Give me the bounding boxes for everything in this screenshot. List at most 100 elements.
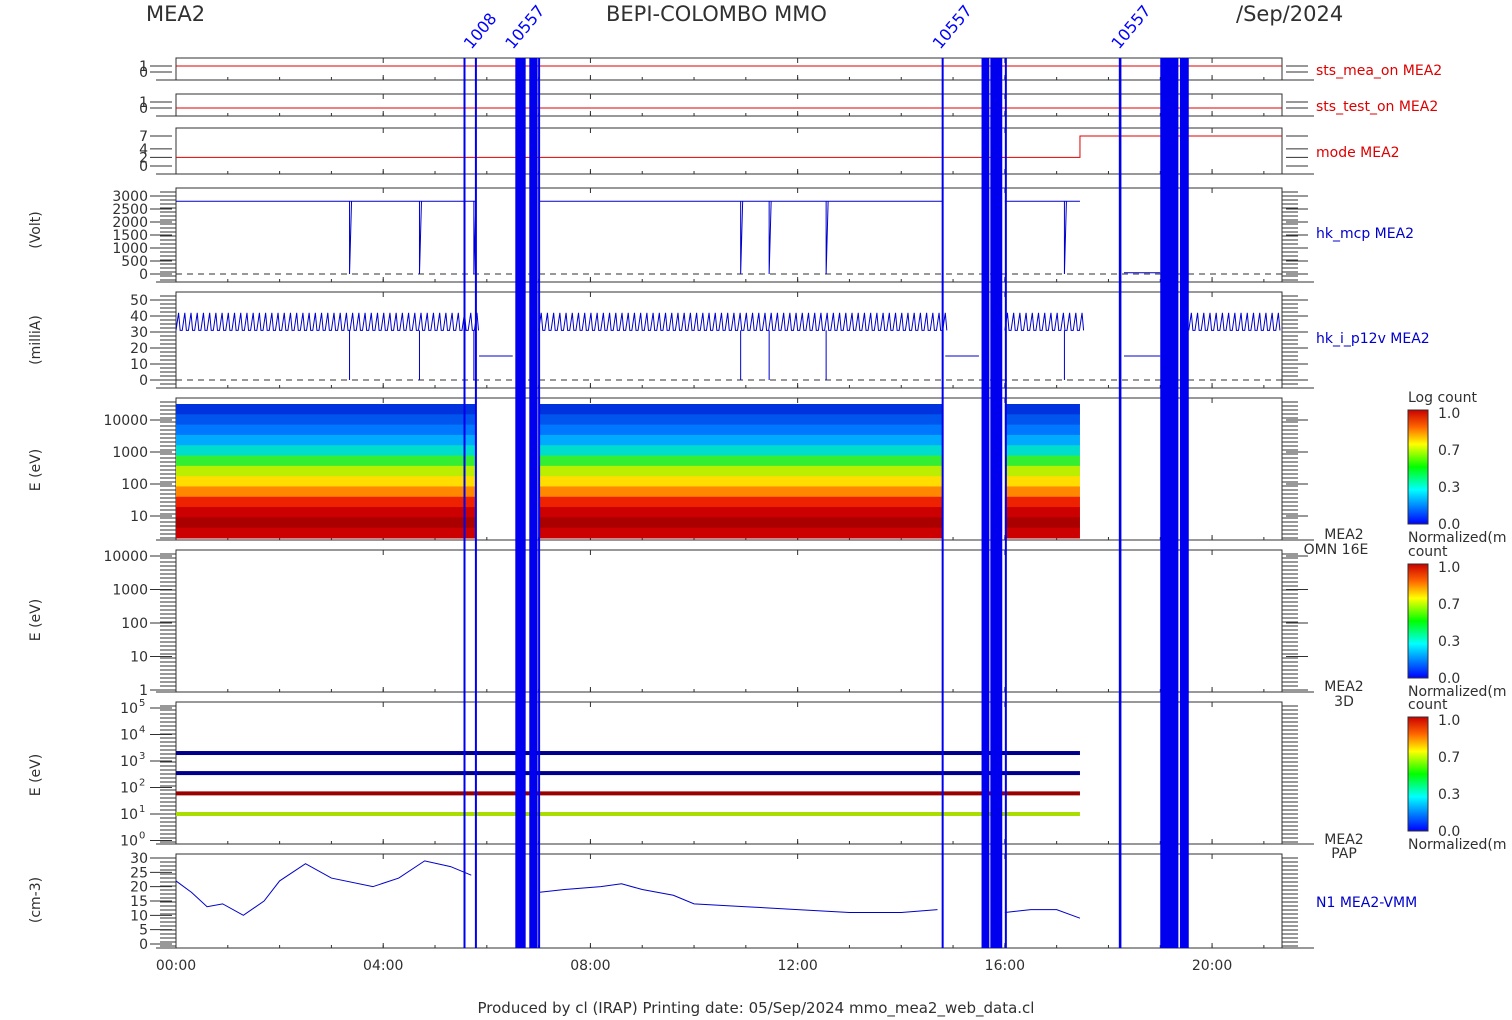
x-tick-label: 12:00 <box>777 958 817 974</box>
hk-mcp-ylabel: (Volt) <box>28 211 44 248</box>
omni-heat-cell <box>1004 527 1080 539</box>
gap-band <box>515 58 526 948</box>
omni-heat-cell <box>1004 496 1080 508</box>
hk-i-ytick-label: 20 <box>130 341 148 357</box>
omni-heat-cell <box>1004 414 1080 426</box>
pap-ytick-label: 10 <box>120 728 138 744</box>
spec3d-side-label: MEA2 <box>1324 679 1363 695</box>
hk-i-ytick-label: 50 <box>130 293 148 309</box>
spec3d-colorbar-tick: 1.0 <box>1438 560 1460 576</box>
omni-heat-cell <box>176 496 477 508</box>
pap-band <box>176 791 1080 796</box>
density-ylabel: (cm-3) <box>28 877 44 923</box>
hk-i-ylabel: (milliA) <box>28 315 44 365</box>
footer-text: Produced by cl (IRAP) Printing date: 05/… <box>477 999 1035 1017</box>
omni-heat-cell <box>176 507 477 518</box>
spec3d-side-label-2: 3D <box>1334 694 1354 710</box>
pap-colorbar-tick: 0.7 <box>1438 750 1460 766</box>
pap-ytick-label: 10 <box>120 754 138 770</box>
spec3d-ytick-label: 100 <box>121 616 148 632</box>
omni-ylabel: E (eV) <box>28 449 44 491</box>
chart-canvas: 10 sts_mea_on MEA210 sts_test_on MEA27420m… <box>28 1 1507 974</box>
omni-heat-cell <box>538 465 943 477</box>
omni-heat-cell <box>176 486 477 498</box>
spec3d-frame <box>175 549 1283 693</box>
x-tick-label: 16:00 <box>985 958 1025 974</box>
pap-colorbar-tick: 1.0 <box>1438 713 1460 729</box>
x-tick-label: 00:00 <box>156 958 196 974</box>
omni-heat-cell <box>1004 434 1080 446</box>
spec3d-ytick-label: 1000 <box>112 583 148 599</box>
spec3d-ytick-label: 10000 <box>103 549 148 565</box>
omni-ytick-label: 1000 <box>112 445 148 461</box>
pap-ytick-exponent: 5 <box>139 698 145 709</box>
pap-band <box>176 812 1080 816</box>
hk-i-ytick-label: 10 <box>130 357 148 373</box>
density-series <box>175 860 1081 919</box>
pap-colorbar-title: count <box>1408 697 1448 713</box>
sts_mea_on-label: sts_mea_on MEA2 <box>1316 63 1442 79</box>
gap-band <box>1118 58 1122 948</box>
omni-heat-cell <box>538 486 943 498</box>
omni-heat-cell <box>176 455 477 467</box>
spec3d-ytick-label: 1 <box>139 683 148 699</box>
mode-series <box>176 135 1282 158</box>
hk-i-frame <box>175 291 1283 389</box>
pap-ytick-label: 10 <box>120 701 138 717</box>
pap-ytick-exponent: 3 <box>139 751 145 762</box>
omni-heat-cell <box>538 476 943 487</box>
x-tick-label: 04:00 <box>363 958 403 974</box>
spec3d-colorbar-tick: 0.7 <box>1438 597 1460 613</box>
spec3d-ytick-label: 10 <box>130 650 148 666</box>
gap-band <box>1004 58 1007 948</box>
omni-colorbar-tick: 0.3 <box>1438 480 1460 496</box>
gap-band <box>981 58 990 948</box>
omni-heat-cell <box>176 445 477 457</box>
omni-heat-cell <box>1004 445 1080 457</box>
density-frame <box>175 853 1283 949</box>
top-label: 1008 <box>460 9 501 52</box>
gap-band <box>529 58 538 948</box>
gap-band <box>1160 58 1179 948</box>
hk-i-label: hk_i_p12v MEA2 <box>1316 331 1430 347</box>
top-label: 10557 <box>501 1 548 52</box>
omni-heat-cell <box>1004 465 1080 477</box>
omni-heat-cell <box>538 527 943 539</box>
sts_mea_on-frame <box>175 57 1283 81</box>
top-label: 10557 <box>1107 1 1154 52</box>
omni-heat-cell <box>1004 517 1080 529</box>
pap-ytick-exponent: 1 <box>139 804 145 815</box>
hk-i-series <box>175 312 1281 380</box>
mode-frame <box>175 127 1283 175</box>
spec3d-colorbar-title: count <box>1408 544 1448 560</box>
gap-band <box>941 58 944 948</box>
omni-heat-cell <box>1004 404 1080 415</box>
pap-ytick-exponent: 4 <box>139 725 145 736</box>
omni-heat-cell <box>538 404 943 415</box>
pap-ylabel: E (eV) <box>28 754 44 796</box>
gap-band <box>1179 58 1189 948</box>
hk-mcp-ytick-label: 0 <box>139 267 148 283</box>
mode-label: mode MEA2 <box>1316 145 1400 161</box>
omni-heat-cell <box>1004 507 1080 518</box>
omni-colorbar <box>1407 409 1429 525</box>
omni-heat-cell <box>176 424 477 436</box>
mode-ytick-label: 0 <box>139 159 148 175</box>
omni-heat-cell <box>176 465 477 477</box>
omni-heat-cell <box>538 424 943 436</box>
x-tick-label: 20:00 <box>1192 958 1232 974</box>
pap-colorbar <box>1407 716 1429 832</box>
omni-heat-cell <box>1004 424 1080 436</box>
pap-ytick-label: 10 <box>120 807 138 823</box>
sts_test_on-label: sts_test_on MEA2 <box>1316 99 1438 115</box>
density-ytick-label: 0 <box>139 937 148 953</box>
omni-heat-cell <box>538 445 943 457</box>
omni-side-label: MEA2 <box>1324 527 1363 543</box>
hk-i-ytick-label: 0 <box>139 373 148 389</box>
omni-heat-cell <box>176 414 477 426</box>
gap-band <box>990 58 1003 948</box>
spec3d-ylabel: E (eV) <box>28 599 44 641</box>
omni-heat-cell <box>538 507 943 518</box>
density-label: N1 MEA2-VMM <box>1316 895 1417 911</box>
omni-ytick-label: 10000 <box>103 413 148 429</box>
